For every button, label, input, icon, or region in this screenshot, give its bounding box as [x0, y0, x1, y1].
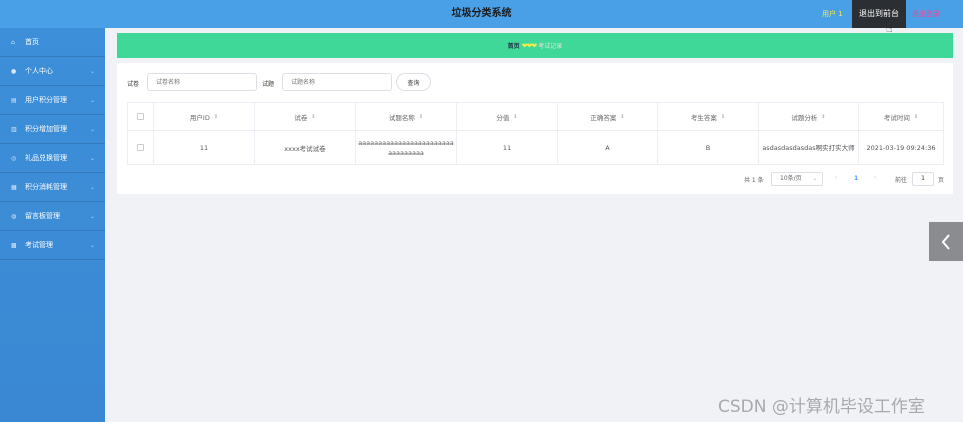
column-header[interactable]: 试卷 ⇕	[255, 103, 356, 130]
sidebar-item-label: 礼品兑换管理	[25, 154, 67, 162]
paper-search-label: 试卷	[127, 81, 140, 88]
sidebar-item-label: 考试管理	[25, 241, 53, 249]
breadcrumb-current: 考试记录	[538, 43, 563, 50]
column-header[interactable]: 分值 ⇕	[457, 103, 558, 130]
chevron-down-icon: ⌄	[89, 241, 95, 249]
chevron-down-icon: ⌄	[89, 212, 95, 220]
table-cell: aaaaaaaaaaaaaaaaaaaaaaaaaaaaaaaaa	[356, 131, 457, 164]
gift-icon: ◎	[11, 154, 17, 162]
page-size-value: 10条/页	[780, 175, 802, 182]
table-cell: 11	[457, 131, 558, 164]
top-bar: 垃圾分类系统 用户 1 退出到前台 退出登录 ☝	[0, 0, 963, 35]
column-header[interactable]: 考试时间 ⇕	[859, 103, 943, 130]
prev-page-icon[interactable]: ‹	[835, 174, 837, 181]
chevron-down-icon: ⌄	[812, 176, 817, 182]
sidebar-item-label: 积分增加管理	[25, 125, 67, 133]
grid-icon: ▩	[11, 241, 17, 249]
search-button[interactable]: 查询	[396, 73, 431, 91]
sort-icon[interactable]: ⇕	[419, 114, 423, 120]
sort-icon[interactable]: ⇕	[214, 114, 218, 120]
sidebar-item-label: 个人中心	[25, 67, 53, 75]
sidebar-item-label: 首页	[25, 38, 39, 46]
table-cell: A	[558, 131, 658, 164]
table-cell: B	[658, 131, 759, 164]
table-header-row: 用户ID ⇕ 试卷 ⇕ 试题名称 ⇕ 分值 ⇕ 正确答案 ⇕ 考生答案 ⇕ 试题分析 ⇕ 考试…	[128, 103, 943, 131]
column-header[interactable]: 用户ID ⇕	[154, 103, 255, 130]
sort-icon[interactable]: ⇕	[513, 114, 517, 120]
message-icon: ◍	[11, 212, 17, 220]
pagination-total: 共 1 条	[744, 177, 764, 184]
exam-records-table: 用户ID ⇕ 试卷 ⇕ 试题名称 ⇕ 分值 ⇕ 正确答案 ⇕ 考生答案 ⇕ 试题分析 ⇕ 考试…	[127, 102, 944, 165]
sidebar-item-profile[interactable]: ● 个人中心 ⌄	[0, 57, 105, 86]
page-suffix: 页	[938, 177, 945, 184]
goto-front-button[interactable]: 退出到前台	[852, 0, 906, 28]
column-header[interactable]: 试题名称 ⇕	[356, 103, 457, 130]
table-cell: xxxx考试试卷	[255, 131, 356, 164]
user-label: 用户 1	[822, 10, 843, 18]
sidebar-item-user-points[interactable]: ▤ 用户积分管理 ⌄	[0, 86, 105, 115]
page-number-current[interactable]: 1	[854, 175, 858, 182]
sort-icon[interactable]: ⇕	[311, 114, 315, 120]
chevron-down-icon: ⌄	[89, 154, 95, 162]
list-icon: ▥	[11, 125, 17, 133]
breadcrumb: 首页 ❤❤❤ 考试记录	[117, 33, 953, 58]
watermark: CSDN @计算机毕设工作室	[718, 397, 925, 417]
app-title: 垃圾分类系统	[451, 8, 512, 19]
column-header[interactable]: 试题分析 ⇕	[759, 103, 859, 130]
column-header[interactable]: 正确答案 ⇕	[558, 103, 658, 130]
pagination: 共 1 条 10条/页 ⌄ ‹ 1 › 前往 1 页	[117, 172, 953, 186]
list-icon: ▤	[11, 96, 17, 104]
paper-search-input[interactable]	[147, 73, 257, 91]
table-cell: 11	[154, 131, 255, 164]
sidebar-item-message-board[interactable]: ◍ 留言板管理 ⌄	[0, 202, 105, 231]
question-search-label: 试题	[262, 81, 275, 88]
goto-page-input[interactable]: 1	[912, 172, 934, 186]
home-icon: ⌂	[11, 38, 15, 46]
chevron-down-icon: ⌄	[89, 96, 95, 104]
sidebar-item-exam[interactable]: ▩ 考试管理 ⌄	[0, 231, 105, 260]
sidebar-item-label: 积分消耗管理	[25, 183, 67, 191]
select-all-cell	[128, 103, 154, 130]
goto-label: 前往	[895, 177, 908, 184]
question-search-input[interactable]	[282, 73, 392, 91]
sidebar-item-points-consume[interactable]: ▦ 积分消耗管理 ⌄	[0, 173, 105, 202]
column-header[interactable]: 考生答案 ⇕	[658, 103, 759, 130]
sort-icon[interactable]: ⇕	[914, 114, 918, 120]
side-panel-toggle[interactable]	[929, 222, 963, 261]
row-checkbox[interactable]	[137, 144, 144, 151]
page-size-select[interactable]: 10条/页 ⌄	[771, 172, 823, 186]
main-panel: 试卷 试题 查询 用户ID⇕ 试卷⇕ 试题名称⇕ 分值⇕ 正确答案⇕ 考生答案⇕…	[117, 63, 953, 194]
chevron-down-icon: ⌄	[89, 67, 95, 75]
user-icon: ●	[11, 67, 17, 75]
sort-icon[interactable]: ⇕	[721, 114, 725, 120]
sort-icon[interactable]: ⇕	[821, 114, 825, 120]
breadcrumb-home[interactable]: 首页	[508, 41, 520, 50]
sidebar-item-home[interactable]: ⌂ 首页	[0, 28, 105, 57]
sidebar-item-label: 留言板管理	[25, 212, 60, 220]
sidebar-item-gift-exchange[interactable]: ◎ 礼品兑换管理 ⌄	[0, 144, 105, 173]
chevron-down-icon: ⌄	[89, 125, 95, 133]
breadcrumb-separator-icon: ❤❤❤	[521, 41, 538, 50]
sidebar-item-points-add[interactable]: ▥ 积分增加管理 ⌄	[0, 115, 105, 144]
select-all-checkbox[interactable]	[137, 113, 144, 120]
row-select-cell	[128, 131, 154, 164]
sidebar: ⌂ 首页 ● 个人中心 ⌄ ▤ 用户积分管理 ⌄ ▥ 积分增加管理 ⌄ ◎ 礼品…	[0, 28, 105, 422]
next-page-icon[interactable]: ›	[874, 174, 876, 181]
sidebar-item-label: 用户积分管理	[25, 96, 67, 104]
chevron-left-icon	[941, 233, 950, 250]
sort-icon[interactable]: ⇕	[620, 114, 624, 120]
logout-link[interactable]: 退出登录	[912, 0, 940, 28]
table-cell: asdasdasdasdas啊实打实大师	[759, 131, 859, 164]
list-icon: ▦	[11, 183, 17, 191]
table-row[interactable]: 11 xxxx考试试卷 aaaaaaaaaaaaaaaaaaaaaaaaaaaa…	[128, 131, 943, 164]
table-cell: 2021-03-19 09:24:36	[866, 143, 936, 152]
chevron-down-icon: ⌄	[89, 183, 95, 191]
